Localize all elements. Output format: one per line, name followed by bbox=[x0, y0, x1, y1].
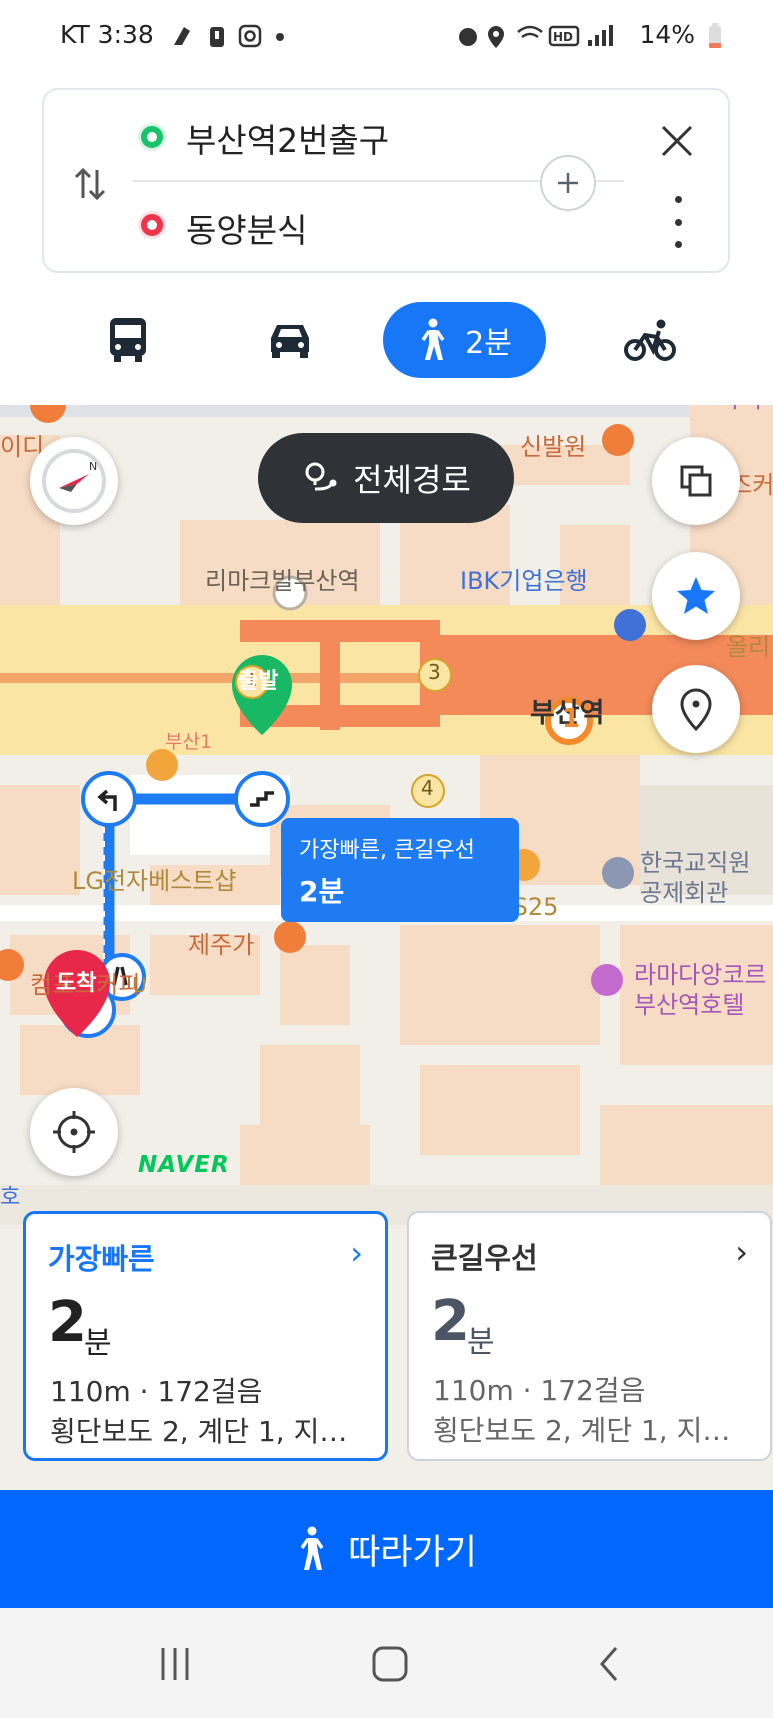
follow-label: 따라가기 bbox=[348, 1532, 477, 1573]
chevron-right-icon: › bbox=[735, 1233, 748, 1271]
recent-apps-icon[interactable] bbox=[155, 1644, 195, 1684]
svg-text:HD: HD bbox=[553, 30, 573, 44]
start-marker[interactable]: 출발 bbox=[238, 663, 278, 695]
tab-walk[interactable]: 2분 bbox=[383, 302, 546, 378]
more-dot-icon bbox=[674, 196, 682, 203]
poi-label[interactable]: 올리 bbox=[726, 627, 770, 662]
origin-dot-icon bbox=[141, 126, 163, 148]
route-option-fastest[interactable]: 가장빠른 › 2 분 110m · 172걸음 횡단보도 2, 계단 1, 지하… bbox=[23, 1211, 388, 1461]
route-minutes-unit: 분 bbox=[84, 1326, 112, 1361]
layers-icon bbox=[680, 465, 712, 497]
tab-car[interactable] bbox=[252, 302, 328, 378]
favorite-button[interactable] bbox=[652, 552, 740, 640]
battery-icon bbox=[709, 23, 721, 48]
more-dot-icon bbox=[674, 241, 682, 248]
status-right: HD 14% bbox=[456, 20, 723, 50]
walk-icon bbox=[421, 318, 445, 360]
exit-number[interactable]: 3 bbox=[428, 660, 441, 684]
plus-icon bbox=[558, 173, 578, 193]
close-button[interactable] bbox=[652, 116, 702, 166]
tab-bike[interactable] bbox=[612, 302, 688, 378]
route-distance: 110m · 172걸음 bbox=[433, 1374, 646, 1407]
close-icon bbox=[661, 125, 693, 157]
more-dot-icon bbox=[674, 218, 682, 226]
poi-label: 부산1 bbox=[165, 731, 213, 753]
carrier-time: KT 3:38 bbox=[60, 20, 154, 49]
notification-icons bbox=[173, 24, 284, 48]
poi-label[interactable]: 리마크빌부산역 bbox=[205, 561, 360, 596]
route-minutes-unit: 분 bbox=[467, 1325, 495, 1360]
route-option-title: 가장빠른 bbox=[48, 1242, 155, 1276]
chevron-right-icon: › bbox=[350, 1234, 363, 1272]
star-icon bbox=[677, 577, 715, 614]
walk-time: 2분 bbox=[465, 326, 512, 361]
poi-label: U bbox=[132, 973, 147, 997]
bubble-route-types: 가장빠른, 큰길우선 bbox=[299, 838, 475, 863]
route-info-bubble[interactable]: 가장빠른, 큰길우선 2분 bbox=[281, 818, 519, 922]
status-left: KT 3:38 bbox=[60, 20, 290, 49]
poi-label[interactable]: 제주가 bbox=[188, 925, 254, 960]
poi-label: 호 bbox=[0, 1185, 21, 1210]
bike-icon bbox=[624, 319, 676, 361]
add-waypoint-button[interactable] bbox=[540, 155, 596, 211]
end-marker[interactable]: 도착 bbox=[56, 965, 96, 997]
bus-icon bbox=[110, 318, 146, 362]
poi-label[interactable]: 마리나 bbox=[718, 405, 773, 414]
subway-line-badge: 1 bbox=[562, 704, 581, 734]
poi-label[interactable]: 신발원 bbox=[520, 427, 586, 462]
location-pin-button[interactable] bbox=[652, 665, 740, 753]
origin-field[interactable]: 부산역2번출구 bbox=[186, 114, 389, 162]
poi-label[interactable]: 부산역호텔 bbox=[634, 985, 744, 1020]
poi-label[interactable]: LG전자베스트샵 bbox=[72, 861, 236, 896]
poi-label[interactable]: 공제회관 bbox=[640, 873, 728, 908]
swap-icon bbox=[74, 167, 106, 201]
route-detail: 횡단보도 2, 계단 1, 지하… bbox=[433, 1414, 755, 1447]
tab-transit[interactable] bbox=[90, 302, 166, 378]
route-minutes: 2 bbox=[431, 1289, 470, 1354]
exit-number[interactable]: 4 bbox=[421, 776, 434, 800]
swap-route-button[interactable] bbox=[66, 160, 114, 208]
poi-label[interactable]: IBK기업은행 bbox=[460, 561, 588, 596]
walk-icon bbox=[300, 1526, 324, 1570]
back-icon[interactable] bbox=[590, 1644, 630, 1684]
compass-button[interactable]: N bbox=[30, 437, 118, 525]
home-icon[interactable] bbox=[370, 1644, 410, 1684]
compass-icon: N bbox=[42, 449, 106, 513]
route-option-title: 큰길우선 bbox=[431, 1241, 538, 1275]
naver-logo: NAVER bbox=[138, 1152, 230, 1178]
full-route-button[interactable]: 전체경로 bbox=[258, 433, 514, 523]
system-navigation-bar bbox=[0, 1608, 773, 1718]
route-distance: 110m · 172걸음 bbox=[50, 1375, 263, 1408]
more-options-button[interactable] bbox=[664, 196, 692, 248]
bubble-time: 2분 bbox=[299, 875, 345, 908]
route-option-main-road[interactable]: 큰길우선 › 2 분 110m · 172걸음 횡단보도 2, 계단 1, 지하… bbox=[407, 1211, 772, 1461]
layers-button[interactable] bbox=[652, 437, 740, 525]
destination-dot-icon bbox=[141, 214, 163, 236]
full-route-label: 전체경로 bbox=[353, 461, 471, 499]
map-pin-icon bbox=[680, 688, 712, 731]
system-icons: HD bbox=[458, 25, 613, 48]
route-pin-icon bbox=[305, 462, 337, 491]
car-icon bbox=[271, 325, 309, 358]
svg-text:N: N bbox=[89, 460, 97, 473]
crosshair-icon bbox=[53, 1111, 95, 1153]
destination-field[interactable]: 동양분식 bbox=[186, 204, 307, 252]
route-detail: 횡단보도 2, 계단 1, 지하… bbox=[50, 1415, 372, 1448]
status-bar: KT 3:38 HD 14% bbox=[0, 0, 773, 80]
battery-percent: 14% bbox=[639, 20, 696, 49]
route-minutes: 2 bbox=[48, 1290, 87, 1355]
current-location-button[interactable] bbox=[30, 1088, 118, 1176]
follow-button[interactable]: 따라가기 bbox=[0, 1490, 773, 1608]
